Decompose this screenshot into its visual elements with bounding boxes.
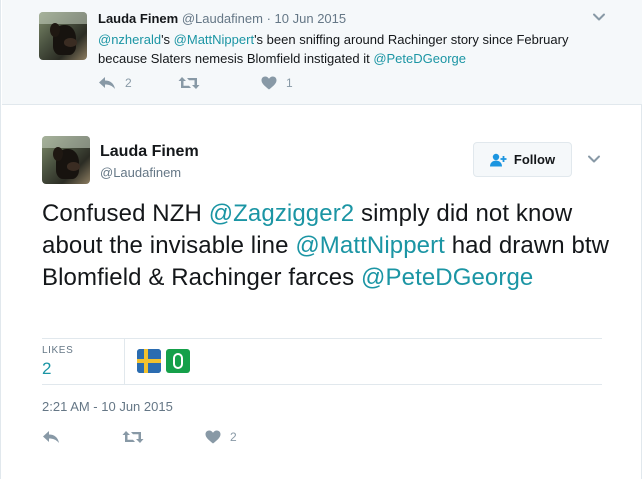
author-handle[interactable]: @Laudafinem [100, 165, 181, 180]
add-user-icon [489, 153, 507, 166]
stats-divider [124, 339, 125, 384]
liker-avatar[interactable] [166, 349, 190, 373]
tweet-text-segment: 's [161, 32, 174, 47]
mention-link[interactable]: @MattNippert [295, 232, 445, 259]
mention-link[interactable]: @PeteDGeorge [373, 51, 466, 66]
tweet-timestamp[interactable]: 2:21 AM - 10 Jun 2015 [42, 399, 173, 414]
follow-button[interactable]: Follow [473, 142, 572, 177]
chevron-down-icon[interactable] [592, 10, 606, 29]
reply-icon [99, 77, 115, 89]
chevron-down-icon[interactable] [587, 152, 601, 171]
heart-icon [205, 430, 221, 444]
embedded-tweet-card: Lauda Finem @Laudafinem · 10 Jun 2015 @n… [0, 0, 642, 479]
like-action[interactable]: 2 [205, 430, 237, 444]
header-separator: · [266, 11, 271, 26]
reply-action[interactable]: 2 [98, 76, 132, 90]
retweet-action[interactable] [122, 430, 153, 444]
tweet-stats: LIKES 2 [42, 338, 602, 385]
mention-link[interactable]: @Zagzigger2 [209, 200, 355, 227]
mention-link[interactable]: @PeteDGeorge [361, 264, 533, 291]
like-action[interactable]: 1 [261, 76, 293, 90]
follow-label: Follow [513, 152, 556, 167]
author-name[interactable]: Lauda Finem [100, 143, 199, 161]
retweet-icon [178, 77, 200, 89]
parent-tweet[interactable]: Lauda Finem @Laudafinem · 10 Jun 2015 @n… [2, 0, 642, 105]
parent-tweet-date[interactable]: 10 Jun 2015 [275, 11, 347, 26]
author-avatar[interactable] [42, 136, 90, 184]
liker-avatar[interactable] [137, 349, 161, 373]
heart-icon [261, 76, 277, 90]
likes-label: LIKES [42, 345, 74, 356]
like-count: 1 [286, 76, 293, 90]
parent-tweet-text: @nzherald's @MattNippert's been sniffing… [98, 30, 593, 68]
tweet-text-segment: Confused NZH [42, 200, 209, 227]
profile-icon [173, 353, 183, 369]
retweet-icon [122, 431, 144, 443]
swedish-flag-icon [137, 349, 161, 373]
retweet-action[interactable] [178, 76, 209, 90]
mention-link[interactable]: @MattNippert [174, 32, 254, 47]
reply-icon [43, 431, 59, 443]
mention-link[interactable]: @nzherald [98, 32, 161, 47]
reply-action[interactable] [42, 430, 69, 444]
reply-count: 2 [125, 76, 132, 90]
parent-author-handle[interactable]: @Laudafinem [182, 11, 263, 26]
parent-author-avatar[interactable] [39, 12, 87, 60]
parent-tweet-header: Lauda Finem @Laudafinem · 10 Jun 2015 [98, 11, 346, 26]
tweet-text: Confused NZH @Zagzigger2 simply did not … [42, 198, 612, 294]
parent-author-name[interactable]: Lauda Finem [98, 11, 178, 26]
like-count: 2 [230, 430, 237, 444]
likes-count[interactable]: 2 [42, 359, 51, 379]
